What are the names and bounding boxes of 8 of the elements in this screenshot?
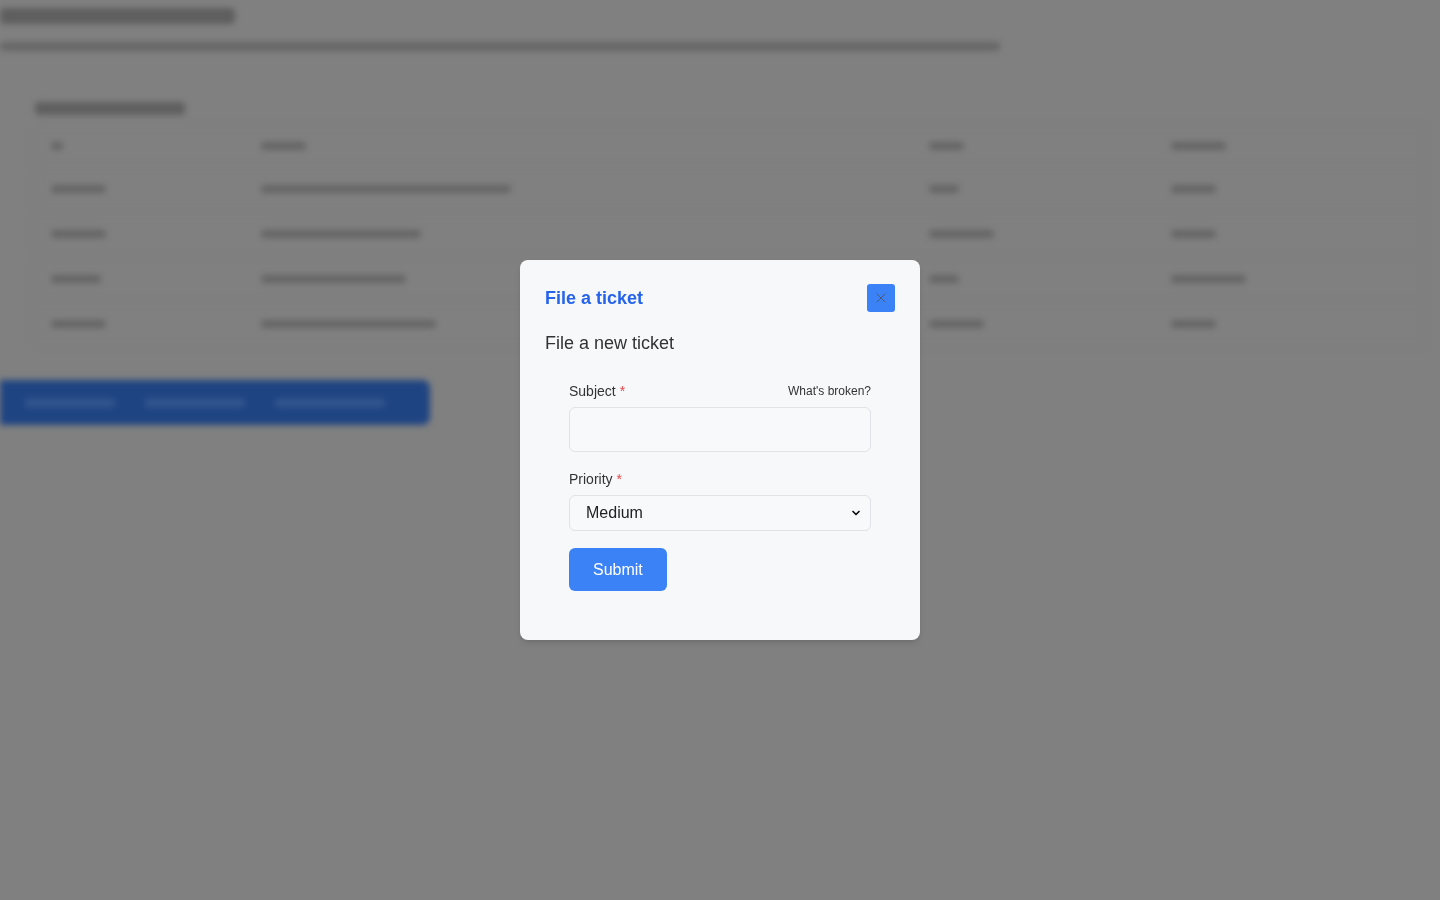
field-hint: What's broken? [788,383,871,400]
field-label: Subject * [569,382,626,401]
dialog-subtitle: File a new ticket [545,332,676,355]
close-button[interactable] [867,284,895,312]
priority-select[interactable]: Medium [569,495,871,531]
field-label: Priority * [569,470,622,489]
dialog-title: File a ticket [545,287,644,310]
submit-button[interactable]: Submit [569,548,667,591]
